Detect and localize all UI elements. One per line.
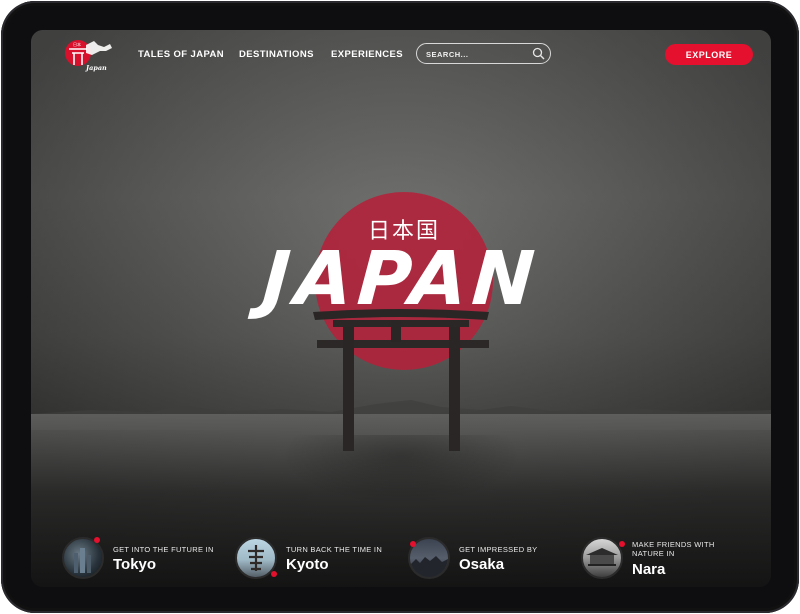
destination-subtitle: MAKE FRIENDS WITH NATURE IN: [632, 540, 715, 558]
osaka-indicator-dot: [410, 541, 416, 547]
search-input[interactable]: [424, 47, 528, 62]
destination-subtitle: GET IMPRESSED BY: [459, 545, 538, 554]
torii-gate-icon: [313, 309, 489, 451]
search-icon[interactable]: [532, 47, 545, 60]
hero-title: JAPAN: [259, 236, 543, 322]
kyoto-indicator-dot: [271, 571, 277, 577]
nav-link-tales-of-japan[interactable]: TALES OF JAPAN: [138, 49, 224, 60]
tokyo-thumbnail: [62, 537, 104, 579]
tokyo-indicator-dot: [94, 537, 100, 543]
destination-name: Nara: [632, 561, 666, 578]
nav-link-experiences[interactable]: EXPERIENCES: [331, 49, 403, 60]
nara-indicator-dot: [619, 541, 625, 547]
destination-nara[interactable]: MAKE FRIENDS WITH NATURE IN Nara: [581, 537, 761, 581]
nara-thumbnail: [581, 537, 623, 579]
search-bar: [416, 43, 551, 64]
destination-subtitle: TURN BACK THE TIME IN: [286, 545, 383, 554]
nav-link-destinations[interactable]: DESTINATIONS: [239, 49, 314, 60]
tablet-frame: Japan 日本 TALES OF JAPAN DESTINATIONS EXP…: [1, 1, 799, 613]
destination-tokyo[interactable]: GET INTO THE FUTURE IN Tokyo: [62, 537, 222, 581]
destination-name: Kyoto: [286, 556, 329, 573]
destination-name: Osaka: [459, 556, 505, 573]
logo-kanji: 日本: [73, 41, 81, 47]
screen: Japan 日本 TALES OF JAPAN DESTINATIONS EXP…: [31, 30, 771, 587]
japan-logo-icon: Japan 日本: [65, 40, 112, 72]
explore-button[interactable]: EXPLORE: [665, 44, 753, 65]
destination-subtitle: GET INTO THE FUTURE IN: [113, 545, 214, 554]
destination-osaka[interactable]: GET IMPRESSED BY Osaka: [408, 537, 558, 581]
destination-name: Tokyo: [113, 556, 157, 573]
destination-kyoto[interactable]: TURN BACK THE TIME IN Kyoto: [235, 537, 395, 581]
logo-text: Japan: [84, 64, 107, 72]
